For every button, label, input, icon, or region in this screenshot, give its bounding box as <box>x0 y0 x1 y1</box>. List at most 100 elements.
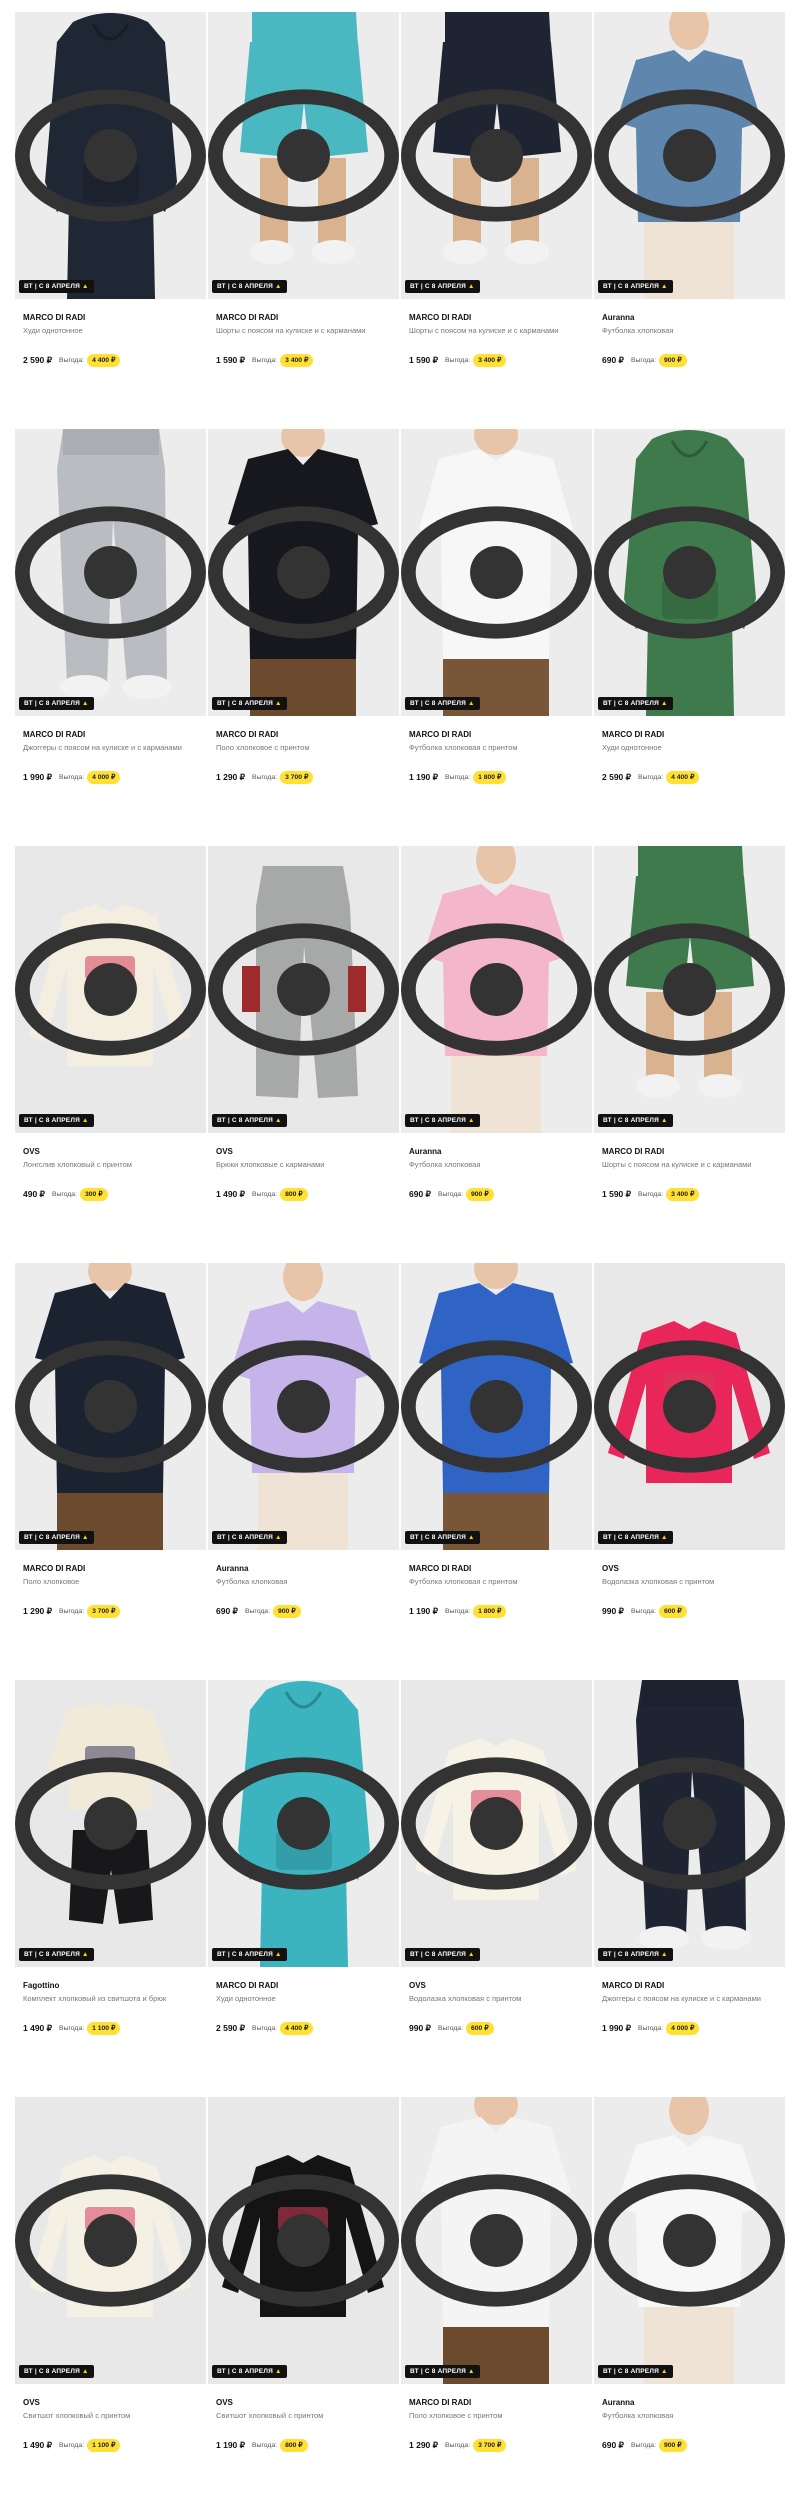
product-image[interactable]: ВТ | С 8 АПРЕЛЯ ▲ <box>401 846 592 1133</box>
product-brand[interactable]: Auranna <box>216 1564 248 1573</box>
product-image[interactable]: ВТ | С 8 АПРЕЛЯ ▲ <box>15 846 206 1133</box>
product-card[interactable]: ВТ | С 8 АПРЕЛЯ ▲ MARCO DI RADI Джоггеры с … <box>594 1680 785 2098</box>
product-image[interactable]: ВТ | С 8 АПРЕЛЯ ▲ <box>208 2097 399 2384</box>
product-name[interactable]: Футболка хлопковая <box>602 2411 673 2420</box>
quick-view-eye-icon[interactable] <box>401 1680 592 1967</box>
product-card[interactable]: ВТ | С 8 АПРЕЛЯ ▲ Auranna Футболка хлопкова… <box>594 2097 785 2515</box>
product-name[interactable]: Футболка хлопковая <box>602 326 673 335</box>
product-card[interactable]: ВТ | С 8 АПРЕЛЯ ▲ OVS Свитшот хлопковый с п… <box>208 2097 399 2515</box>
quick-view-eye-icon[interactable] <box>401 12 592 299</box>
product-name[interactable]: Шорты с поясом на кулиске и с карманами <box>602 1160 752 1169</box>
product-card[interactable]: ВТ | С 8 АПРЕЛЯ ▲ OVS Свитшот хлопковый с п… <box>15 2097 206 2515</box>
product-card[interactable]: ВТ | С 8 АПРЕЛЯ ▲ OVS Водолазка хлопковая с… <box>594 1263 785 1681</box>
product-name[interactable]: Худи однотонное <box>216 1994 276 2003</box>
product-card[interactable]: ВТ | С 8 АПРЕЛЯ ▲ Fagottino Комплект хлопко… <box>15 1680 206 2098</box>
quick-view-eye-icon[interactable] <box>208 1263 399 1550</box>
product-card[interactable]: ВТ | С 8 АПРЕЛЯ ▲ MARCO DI RADI Худи одното… <box>15 12 206 430</box>
product-image[interactable]: ВТ | С 8 АПРЕЛЯ ▲ <box>208 12 399 299</box>
product-brand[interactable]: MARCO DI RADI <box>23 1564 85 1573</box>
product-card[interactable]: ВТ | С 8 АПРЕЛЯ ▲ Auranna Футболка хлопкова… <box>401 846 592 1264</box>
product-brand[interactable]: MARCO DI RADI <box>216 1981 278 1990</box>
product-brand[interactable]: MARCO DI RADI <box>23 730 85 739</box>
product-brand[interactable]: MARCO DI RADI <box>409 2398 471 2407</box>
quick-view-eye-icon[interactable] <box>208 12 399 299</box>
product-card[interactable]: ВТ | С 8 АПРЕЛЯ ▲ MARCO DI RADI Поло хлопко… <box>208 429 399 847</box>
product-name[interactable]: Джоггеры с поясом на кулиске и с кармана… <box>602 1994 761 2003</box>
product-name[interactable]: Футболка хлопковая с принтом <box>409 1577 518 1586</box>
product-brand[interactable]: MARCO DI RADI <box>409 313 471 322</box>
product-card[interactable]: ВТ | С 8 АПРЕЛЯ ▲ OVS Лонгслив хлопковый с … <box>15 846 206 1264</box>
product-brand[interactable]: OVS <box>602 1564 619 1573</box>
product-card[interactable]: ВТ | С 8 АПРЕЛЯ ▲ MARCO DI RADI Шорты с поя… <box>208 12 399 430</box>
product-image[interactable]: ВТ | С 8 АПРЕЛЯ ▲ <box>594 1263 785 1550</box>
product-brand[interactable]: OVS <box>23 1147 40 1156</box>
product-card[interactable]: ВТ | С 8 АПРЕЛЯ ▲ MARCO DI RADI Шорты с поя… <box>401 12 592 430</box>
product-name[interactable]: Шорты с поясом на кулиске и с карманами <box>409 326 559 335</box>
quick-view-eye-icon[interactable] <box>208 2097 399 2384</box>
product-image[interactable]: ВТ | С 8 АПРЕЛЯ ▲ <box>15 12 206 299</box>
product-brand[interactable]: MARCO DI RADI <box>602 730 664 739</box>
product-card[interactable]: ВТ | С 8 АПРЕЛЯ ▲ MARCO DI RADI Худи одното… <box>208 1680 399 2098</box>
quick-view-eye-icon[interactable] <box>594 846 785 1133</box>
quick-view-eye-icon[interactable] <box>208 429 399 716</box>
product-name[interactable]: Лонгслив хлопковый с принтом <box>23 1160 132 1169</box>
product-image[interactable]: ВТ | С 8 АПРЕЛЯ ▲ <box>208 846 399 1133</box>
product-name[interactable]: Поло хлопковое с принтом <box>216 743 310 752</box>
quick-view-eye-icon[interactable] <box>401 429 592 716</box>
product-name[interactable]: Худи однотонное <box>602 743 662 752</box>
product-card[interactable]: ВТ | С 8 АПРЕЛЯ ▲ OVS Водолазка хлопковая с… <box>401 1680 592 2098</box>
product-brand[interactable]: OVS <box>23 2398 40 2407</box>
product-brand[interactable]: MARCO DI RADI <box>23 313 85 322</box>
quick-view-eye-icon[interactable] <box>15 2097 206 2384</box>
product-name[interactable]: Водолазка хлопковая с принтом <box>409 1994 521 2003</box>
product-card[interactable]: ВТ | С 8 АПРЕЛЯ ▲ OVS Брюки хлопковые с кар… <box>208 846 399 1264</box>
product-image[interactable]: ВТ | С 8 АПРЕЛЯ ▲ <box>15 2097 206 2384</box>
product-brand[interactable]: OVS <box>216 2398 233 2407</box>
product-image[interactable]: ВТ | С 8 АПРЕЛЯ ▲ <box>208 429 399 716</box>
product-name[interactable]: Шорты с поясом на кулиске и с карманами <box>216 326 366 335</box>
product-name[interactable]: Худи однотонное <box>23 326 83 335</box>
product-image[interactable]: ВТ | С 8 АПРЕЛЯ ▲ <box>594 1680 785 1967</box>
product-image[interactable]: ВТ | С 8 АПРЕЛЯ ▲ <box>401 1680 592 1967</box>
quick-view-eye-icon[interactable] <box>594 1680 785 1967</box>
quick-view-eye-icon[interactable] <box>594 12 785 299</box>
quick-view-eye-icon[interactable] <box>401 2097 592 2384</box>
quick-view-eye-icon[interactable] <box>401 1263 592 1550</box>
product-card[interactable]: ВТ | С 8 АПРЕЛЯ ▲ MARCO DI RADI Поло хлопко… <box>401 2097 592 2515</box>
product-card[interactable]: ВТ | С 8 АПРЕЛЯ ▲ Auranna Футболка хлопкова… <box>208 1263 399 1681</box>
product-brand[interactable]: MARCO DI RADI <box>216 313 278 322</box>
product-image[interactable]: ВТ | С 8 АПРЕЛЯ ▲ <box>594 846 785 1133</box>
product-name[interactable]: Брюки хлопковые с карманами <box>216 1160 325 1169</box>
product-image[interactable]: ВТ | С 8 АПРЕЛЯ ▲ <box>15 1263 206 1550</box>
product-image[interactable]: ВТ | С 8 АПРЕЛЯ ▲ <box>594 2097 785 2384</box>
product-name[interactable]: Футболка хлопковая с принтом <box>409 743 518 752</box>
product-brand[interactable]: Auranna <box>602 313 634 322</box>
quick-view-eye-icon[interactable] <box>208 1680 399 1967</box>
product-name[interactable]: Футболка хлопковая <box>409 1160 480 1169</box>
quick-view-eye-icon[interactable] <box>594 1263 785 1550</box>
quick-view-eye-icon[interactable] <box>15 429 206 716</box>
product-image[interactable]: ВТ | С 8 АПРЕЛЯ ▲ <box>208 1680 399 1967</box>
product-name[interactable]: Комплект хлопковый из свитшота и брюк <box>23 1994 166 2003</box>
quick-view-eye-icon[interactable] <box>594 2097 785 2384</box>
product-name[interactable]: Футболка хлопковая <box>216 1577 287 1586</box>
product-brand[interactable]: Fagottino <box>23 1981 59 1990</box>
product-brand[interactable]: MARCO DI RADI <box>216 730 278 739</box>
quick-view-eye-icon[interactable] <box>401 846 592 1133</box>
product-image[interactable]: ВТ | С 8 АПРЕЛЯ ▲ <box>401 429 592 716</box>
product-name[interactable]: Джоггеры с поясом на кулиске и с кармана… <box>23 743 182 752</box>
quick-view-eye-icon[interactable] <box>15 1680 206 1967</box>
product-card[interactable]: ВТ | С 8 АПРЕЛЯ ▲ MARCO DI RADI Футболка хл… <box>401 1263 592 1681</box>
product-brand[interactable]: MARCO DI RADI <box>602 1147 664 1156</box>
product-image[interactable]: ВТ | С 8 АПРЕЛЯ ▲ <box>401 1263 592 1550</box>
quick-view-eye-icon[interactable] <box>208 846 399 1133</box>
quick-view-eye-icon[interactable] <box>15 12 206 299</box>
product-image[interactable]: ВТ | С 8 АПРЕЛЯ ▲ <box>401 2097 592 2384</box>
product-image[interactable]: ВТ | С 8 АПРЕЛЯ ▲ <box>15 429 206 716</box>
quick-view-eye-icon[interactable] <box>15 1263 206 1550</box>
product-card[interactable]: ВТ | С 8 АПРЕЛЯ ▲ MARCO DI RADI Шорты с поя… <box>594 846 785 1264</box>
product-brand[interactable]: Auranna <box>409 1147 441 1156</box>
product-brand[interactable]: OVS <box>409 1981 426 1990</box>
product-name[interactable]: Поло хлопковое с принтом <box>409 2411 503 2420</box>
product-card[interactable]: ВТ | С 8 АПРЕЛЯ ▲ MARCO DI RADI Джоггеры с … <box>15 429 206 847</box>
